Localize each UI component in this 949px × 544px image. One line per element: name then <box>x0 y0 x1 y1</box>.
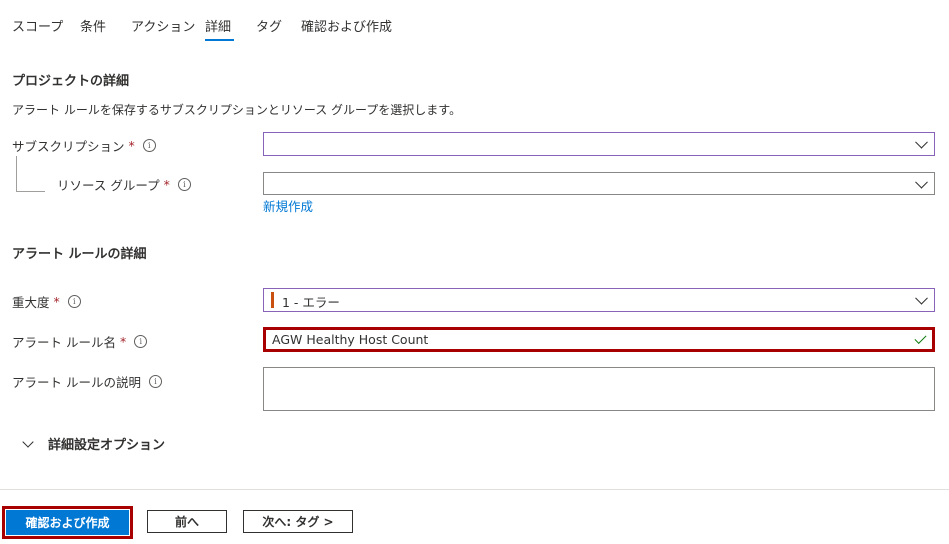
previous-button[interactable]: 前へ <box>147 510 227 533</box>
tree-connector-vertical <box>16 156 17 192</box>
severity-label-row: 重大度 * i <box>12 292 81 311</box>
tab-actions[interactable]: アクション <box>131 16 195 35</box>
rule-description-label-row: アラート ルールの説明 i <box>12 372 162 391</box>
rule-name-label: アラート ルール名 <box>12 335 116 350</box>
project-details-heading: プロジェクトの詳細 <box>12 74 130 89</box>
severity-color-indicator <box>271 292 274 308</box>
wizard-tabs: スコープ 条件 アクション 詳細 タグ 確認および作成 <box>0 0 949 44</box>
rule-description-textarea[interactable] <box>263 367 935 411</box>
rule-name-field-highlight <box>263 327 935 352</box>
resource-group-dropdown[interactable] <box>263 172 935 195</box>
resource-group-label-row: リソース グループ * i <box>57 175 191 194</box>
project-details-description: アラート ルールを保存するサブスクリプションとリソース グループを選択します。 <box>12 103 462 117</box>
advanced-options-toggle[interactable]: 詳細設定オプション <box>22 434 166 453</box>
alert-rule-details-heading: アラート ルールの詳細 <box>12 247 147 262</box>
resource-group-label: リソース グループ <box>57 178 160 193</box>
checkmark-icon <box>914 331 927 345</box>
advanced-options-label: 詳細設定オプション <box>48 438 166 453</box>
tab-conditions[interactable]: 条件 <box>80 16 106 35</box>
required-marker: * <box>53 294 60 309</box>
review-create-button[interactable]: 確認および作成 <box>6 510 129 535</box>
tab-review-create[interactable]: 確認および作成 <box>301 16 392 35</box>
tab-scope[interactable]: スコープ <box>12 16 63 35</box>
chevron-down-icon <box>915 291 928 305</box>
rule-description-label: アラート ルールの説明 <box>12 375 141 390</box>
info-icon[interactable]: i <box>142 139 156 152</box>
tree-connector-horizontal <box>16 191 45 192</box>
create-new-link[interactable]: 新規作成 <box>263 196 313 215</box>
severity-dropdown[interactable]: 1 - エラー <box>263 288 935 312</box>
required-marker: * <box>128 138 135 153</box>
rule-name-label-row: アラート ルール名 * i <box>12 332 148 351</box>
chevron-down-icon <box>915 175 928 189</box>
severity-label: 重大度 <box>12 295 50 310</box>
subscription-label-row: サブスクリプション * i <box>12 136 156 155</box>
subscription-dropdown[interactable] <box>263 132 935 156</box>
tab-details[interactable]: 詳細 <box>205 16 231 35</box>
chevron-down-icon <box>22 435 34 448</box>
tab-tags[interactable]: タグ <box>256 16 282 35</box>
severity-value: 1 - エラー <box>282 295 340 310</box>
active-tab-indicator <box>205 39 234 41</box>
required-marker: * <box>163 177 170 192</box>
info-icon[interactable]: i <box>177 178 191 191</box>
subscription-label: サブスクリプション <box>12 139 125 154</box>
info-icon[interactable]: i <box>148 375 162 388</box>
rule-name-input[interactable] <box>272 332 892 347</box>
required-marker: * <box>119 334 127 349</box>
info-icon[interactable]: i <box>134 335 148 348</box>
chevron-down-icon <box>915 135 928 149</box>
info-icon[interactable]: i <box>67 295 81 308</box>
next-tags-button[interactable]: 次へ: タグ > <box>243 510 353 533</box>
footer-divider <box>0 489 949 490</box>
